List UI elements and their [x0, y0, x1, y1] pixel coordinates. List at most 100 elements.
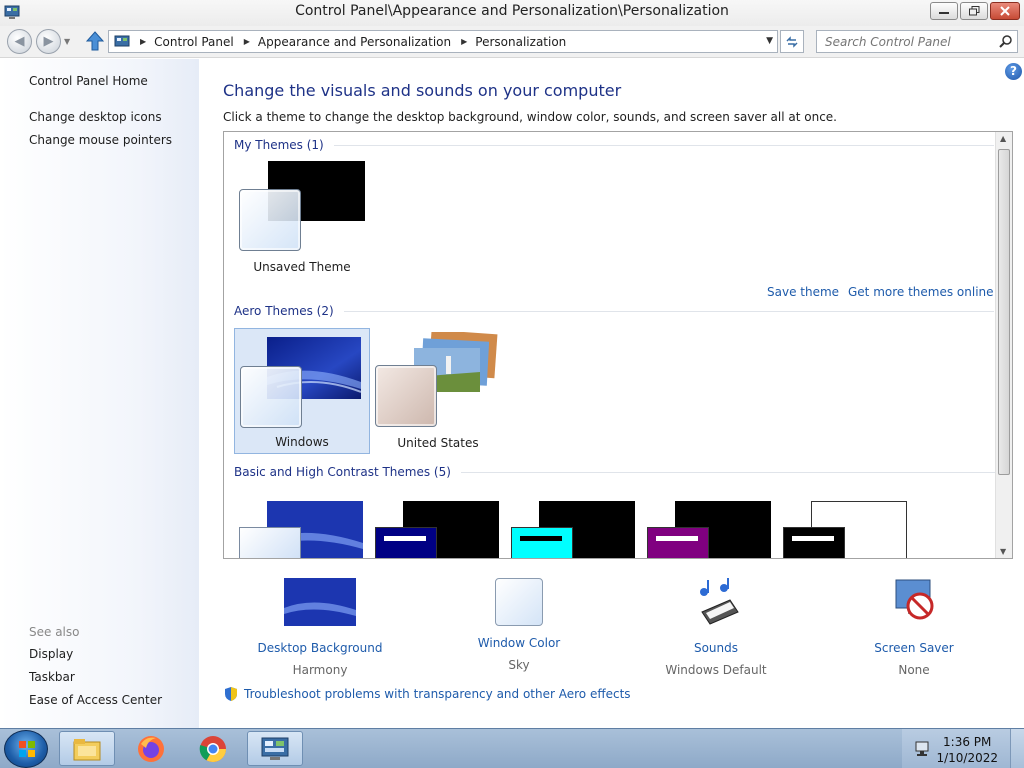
- basic-themes-header: Basic and High Contrast Themes (5): [234, 465, 1012, 479]
- taskbar-firefox[interactable]: [123, 731, 179, 766]
- screen-saver-option[interactable]: Screen Saver None: [839, 578, 989, 677]
- show-desktop-button[interactable]: [1010, 729, 1024, 768]
- desktop-background-option[interactable]: Desktop Background Harmony: [245, 578, 395, 677]
- change-mouse-pointers-link[interactable]: Change mouse pointers: [29, 133, 172, 147]
- taskbar-chrome[interactable]: [185, 731, 241, 766]
- window-color-option[interactable]: Window Color Sky: [444, 578, 594, 672]
- window-color-swatch: [783, 527, 845, 558]
- shield-icon: [225, 687, 237, 701]
- desktop-background-value: Harmony: [292, 663, 348, 677]
- taskbar-link[interactable]: Taskbar: [29, 670, 75, 684]
- scrollbar-thumb[interactable]: [998, 149, 1010, 475]
- firefox-icon: [138, 735, 164, 762]
- theme-windows[interactable]: Windows: [234, 328, 370, 454]
- theme-list: My Themes (1) Unsaved Theme Save theme G…: [223, 131, 1013, 559]
- chrome-icon: [199, 735, 227, 762]
- scroll-up-icon[interactable]: ▲: [1000, 134, 1006, 143]
- clock[interactable]: 1:36 PM 1/10/2022: [936, 734, 998, 766]
- close-button[interactable]: [990, 2, 1020, 20]
- sounds-icon: [700, 578, 739, 625]
- aero-themes-label: Aero Themes (2): [234, 304, 334, 318]
- theme-list-scrollbar[interactable]: ▲ ▼: [995, 132, 1012, 558]
- screen-saver-icon: [895, 579, 934, 620]
- troubleshoot-link[interactable]: Troubleshoot problems with transparency …: [223, 686, 631, 702]
- theme-unsaved[interactable]: Unsaved Theme: [234, 152, 370, 278]
- clock-time: 1:36 PM: [943, 735, 992, 749]
- network-icon[interactable]: [914, 740, 932, 758]
- window-color-swatch: [239, 527, 301, 558]
- theme-label: United States: [397, 436, 479, 450]
- breadcrumb-control-panel[interactable]: Control Panel: [154, 35, 234, 49]
- my-themes-label: My Themes (1): [234, 138, 324, 152]
- taskbar-file-explorer[interactable]: [59, 731, 115, 766]
- window-color-link[interactable]: Window Color: [444, 636, 594, 650]
- chevron-right-icon[interactable]: ▶: [244, 37, 250, 46]
- restore-button[interactable]: [960, 2, 988, 20]
- forward-button[interactable]: ▶: [36, 29, 61, 54]
- task-pane: Control Panel Home Change desktop icons …: [0, 59, 199, 728]
- windows-logo-icon: [19, 741, 35, 757]
- chevron-right-icon[interactable]: ▶: [140, 37, 146, 46]
- theme-high-contrast-1[interactable]: [375, 501, 499, 558]
- main-content: ? Change the visuals and sounds on your …: [200, 59, 1024, 728]
- window-color-value: Sky: [508, 658, 530, 672]
- theme-high-contrast-2[interactable]: [511, 501, 635, 558]
- window-color-swatch: [511, 527, 573, 558]
- search-icon[interactable]: [999, 34, 1013, 48]
- start-button[interactable]: [4, 730, 48, 768]
- address-dropdown-icon[interactable]: ▼: [766, 36, 773, 46]
- refresh-button[interactable]: [780, 30, 804, 53]
- clock-date: 1/10/2022: [936, 751, 998, 765]
- up-arrow-icon[interactable]: [86, 31, 104, 51]
- title-bar: Control Panel\Appearance and Personaliza…: [0, 0, 1024, 26]
- sounds-link[interactable]: Sounds: [641, 641, 791, 655]
- desktop-background-link[interactable]: Desktop Background: [245, 641, 395, 655]
- back-arrow-icon: ◀: [14, 34, 25, 49]
- sounds-value: Windows Default: [665, 663, 767, 677]
- restore-icon: [968, 6, 979, 16]
- taskbar-control-panel[interactable]: [247, 731, 303, 766]
- theme-high-contrast-white[interactable]: [783, 501, 907, 558]
- sounds-option[interactable]: Sounds Windows Default: [641, 578, 791, 677]
- control-panel-home-link[interactable]: Control Panel Home: [29, 74, 148, 88]
- refresh-icon: [786, 35, 798, 48]
- theme-high-contrast-black[interactable]: [647, 501, 771, 558]
- theme-windows-basic[interactable]: [239, 501, 363, 558]
- save-theme-link[interactable]: Save theme: [767, 285, 839, 299]
- display-link[interactable]: Display: [29, 647, 73, 661]
- my-themes-header: My Themes (1): [234, 138, 994, 152]
- window-color-swatch: [375, 527, 437, 558]
- scroll-down-icon[interactable]: ▼: [1000, 547, 1006, 556]
- screen-saver-link[interactable]: Screen Saver: [839, 641, 989, 655]
- back-button[interactable]: ◀: [7, 29, 32, 54]
- ease-of-access-link[interactable]: Ease of Access Center: [29, 693, 162, 707]
- breadcrumb-appearance[interactable]: Appearance and Personalization: [258, 35, 451, 49]
- change-desktop-icons-link[interactable]: Change desktop icons: [29, 110, 162, 124]
- theme-label: Unsaved Theme: [253, 260, 351, 274]
- recent-pages-dropdown[interactable]: ▼: [64, 37, 70, 46]
- minimize-button[interactable]: [930, 2, 958, 20]
- window-color-swatch: [240, 366, 302, 428]
- troubleshoot-label[interactable]: Troubleshoot problems with transparency …: [244, 687, 631, 701]
- search-box[interactable]: [816, 30, 1018, 53]
- screen-saver-value: None: [898, 663, 930, 677]
- desktop-background-icon: [284, 578, 356, 626]
- forward-arrow-icon: ▶: [43, 34, 54, 49]
- see-also-label: See also: [29, 625, 80, 639]
- theme-united-states[interactable]: United States: [370, 328, 506, 454]
- window-color-icon: [495, 578, 543, 626]
- breadcrumb-personalization[interactable]: Personalization: [475, 35, 566, 49]
- taskbar: 1:36 PM 1/10/2022: [0, 728, 1024, 768]
- aero-themes-header: Aero Themes (2): [234, 304, 994, 318]
- get-more-themes-link[interactable]: Get more themes online: [848, 285, 994, 299]
- search-input[interactable]: [817, 31, 997, 52]
- window-color-swatch: [647, 527, 709, 558]
- close-icon: [1000, 6, 1010, 16]
- control-panel-icon: [261, 737, 289, 760]
- basic-themes-label: Basic and High Contrast Themes (5): [234, 465, 451, 479]
- help-icon[interactable]: ?: [1005, 63, 1022, 80]
- chevron-right-icon[interactable]: ▶: [461, 37, 467, 46]
- address-bar[interactable]: ▶ Control Panel ▶ Appearance and Persona…: [108, 30, 778, 53]
- control-panel-icon: [114, 35, 130, 46]
- navigation-bar: ◀ ▶ ▼ ▶ Control Panel ▶ Appearance and P…: [0, 26, 1024, 58]
